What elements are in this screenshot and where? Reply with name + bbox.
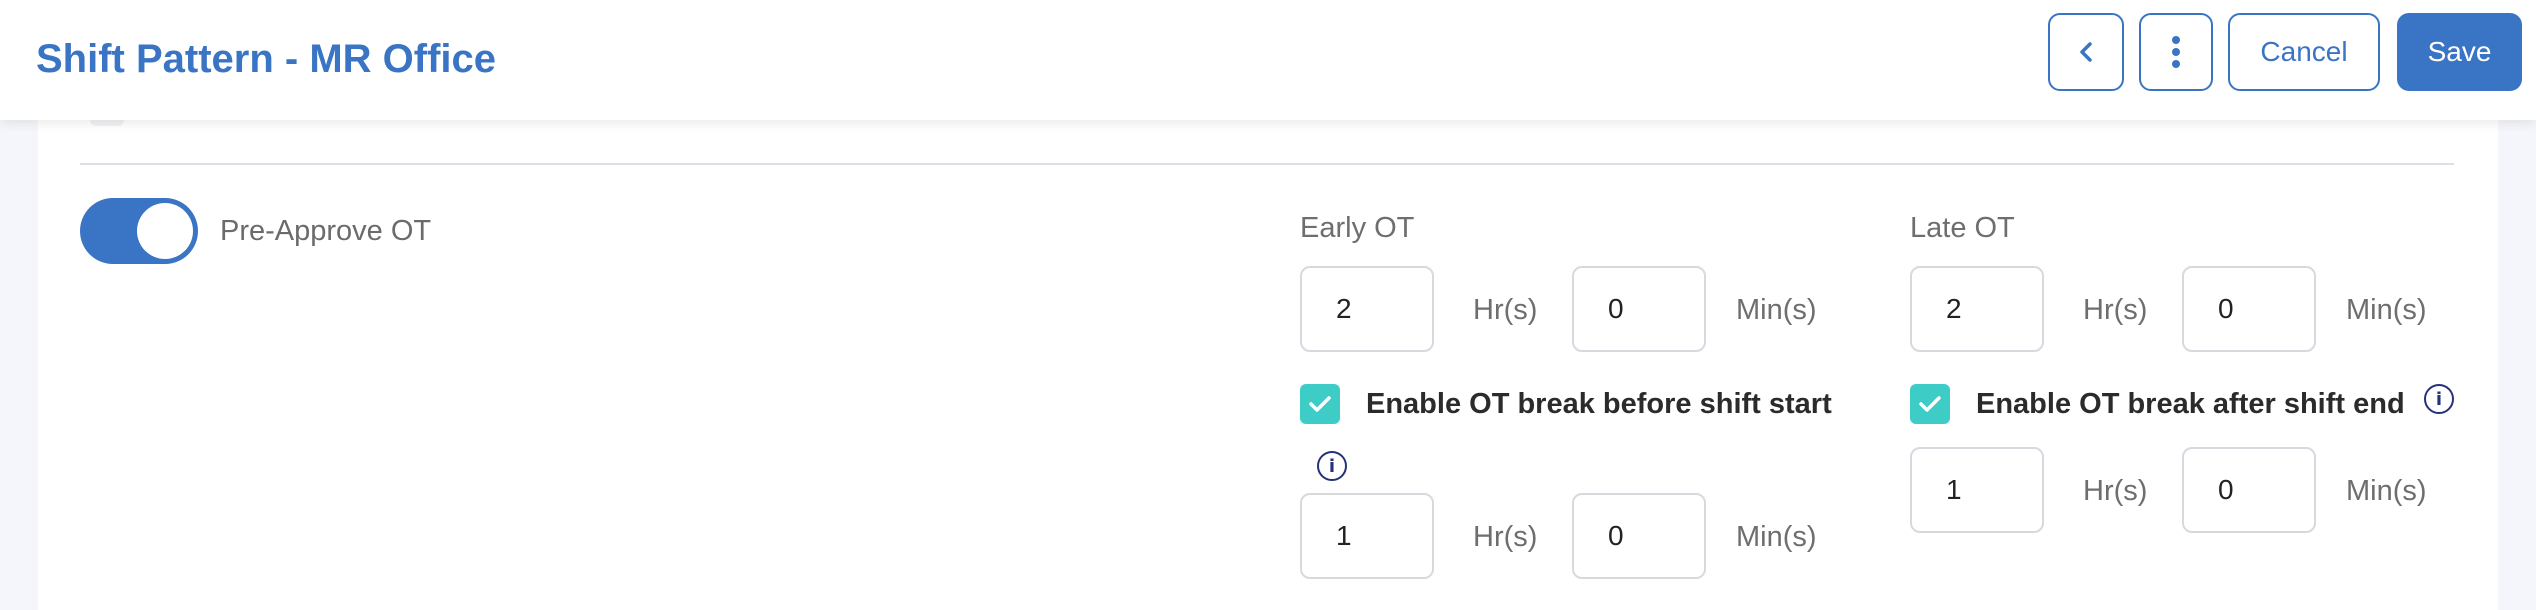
more-options-button[interactable] (2139, 13, 2213, 91)
section-divider (80, 163, 2454, 165)
late-ot-break-hours-unit: Hr(s) (2083, 475, 2148, 507)
early-ot-break-hours-unit: Hr(s) (1473, 521, 1538, 553)
checkmark-icon (1309, 396, 1331, 412)
early-ot-break-hours-input[interactable] (1300, 493, 1434, 579)
early-ot-hours-input[interactable] (1300, 266, 1434, 352)
late-ot-hours-unit: Hr(s) (2083, 294, 2148, 326)
pre-approve-ot-toggle[interactable] (80, 198, 198, 264)
page-header: Shift Pattern - MR Office Cancel Save (0, 0, 2536, 120)
cancel-button[interactable]: Cancel (2228, 13, 2380, 91)
early-ot-minutes-unit: Min(s) (1736, 294, 1817, 326)
early-ot-break-minutes-input[interactable] (1572, 493, 1706, 579)
late-ot-hours-input[interactable] (1910, 266, 2044, 352)
late-ot-break-minutes-unit: Min(s) (2346, 475, 2427, 507)
chevron-left-icon (2080, 42, 2092, 62)
early-ot-break-label: Enable OT break before shift start (1366, 388, 1832, 420)
late-ot-break-label: Enable OT break after shift end (1976, 388, 2405, 420)
back-button[interactable] (2048, 13, 2124, 91)
overtime-settings-panel: Pre-Approve OT Early OT Hr(s) Min(s) Ena… (38, 120, 2498, 610)
early-ot-break-minutes-unit: Min(s) (1736, 521, 1817, 553)
early-ot-title: Early OT (1300, 212, 1415, 244)
checkmark-icon (1919, 396, 1941, 412)
pre-approve-ot-label: Pre-Approve OT (220, 215, 432, 247)
late-ot-minutes-unit: Min(s) (2346, 294, 2427, 326)
early-ot-minutes-input[interactable] (1572, 266, 1706, 352)
late-ot-minutes-input[interactable] (2182, 266, 2316, 352)
late-ot-title: Late OT (1910, 212, 2015, 244)
kebab-menu-icon (2172, 36, 2180, 68)
panel-corner-decoration (90, 120, 124, 126)
early-ot-hours-unit: Hr(s) (1473, 294, 1538, 326)
late-ot-break-minutes-input[interactable] (2182, 447, 2316, 533)
early-ot-break-checkbox[interactable] (1300, 384, 1340, 424)
late-ot-break-checkbox[interactable] (1910, 384, 1950, 424)
save-button[interactable]: Save (2397, 13, 2522, 91)
page-title: Shift Pattern - MR Office (36, 37, 497, 81)
early-ot-break-info-icon[interactable]: i (1317, 451, 1347, 481)
toggle-knob (137, 203, 193, 259)
late-ot-break-hours-input[interactable] (1910, 447, 2044, 533)
late-ot-break-info-icon[interactable]: i (2424, 384, 2454, 414)
